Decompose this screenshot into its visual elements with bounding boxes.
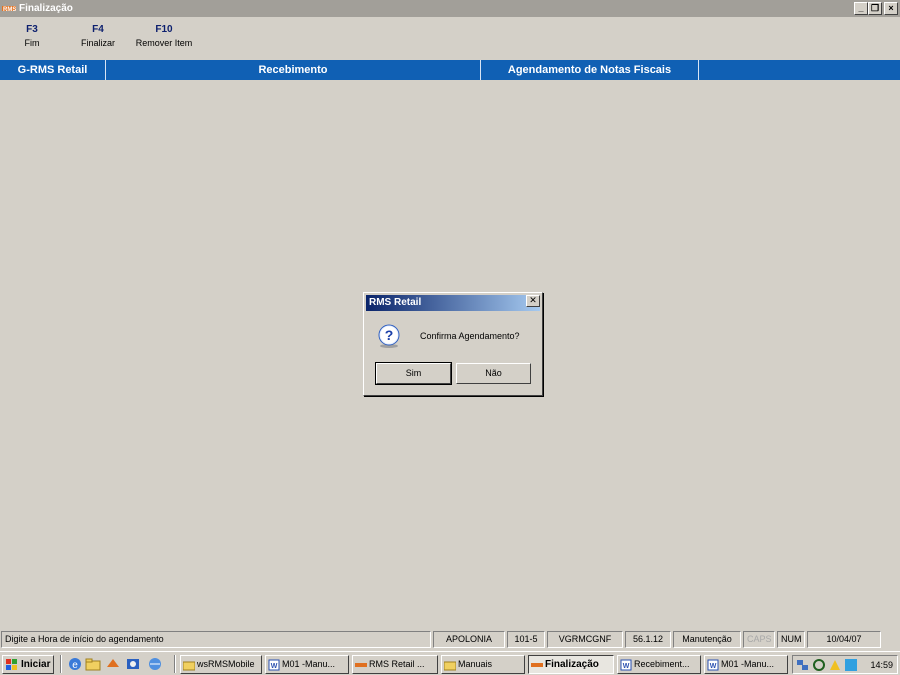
start-label: Iniciar xyxy=(21,659,51,670)
task-button[interactable]: Manuais xyxy=(441,655,525,674)
status-message: Digite a Hora de início do agendamento xyxy=(1,631,431,648)
header-band: G-RMS Retail Recebimento Agendamento de … xyxy=(0,60,900,80)
task-button[interactable]: W Recebiment... xyxy=(617,655,701,674)
task-button[interactable]: RMS Retail ... xyxy=(352,655,438,674)
task-label: M01 -Manu... xyxy=(721,659,775,669)
task-label: Finalização xyxy=(545,659,599,670)
fkey-label: Remover Item xyxy=(135,38,193,48)
no-button[interactable]: Não xyxy=(456,363,531,384)
status-mode: Manutenção xyxy=(673,631,741,648)
word-doc-icon: W xyxy=(268,659,280,670)
task-button[interactable]: W M01 -Manu... xyxy=(265,655,349,674)
close-button[interactable]: × xyxy=(884,2,898,15)
module-name: G-RMS Retail xyxy=(0,60,106,80)
security-icon[interactable] xyxy=(828,658,842,672)
confirm-dialog: RMS Retail ✕ ? Confirma Agendamento? Sim… xyxy=(363,292,543,396)
window-titlebar[interactable]: RMS Finalização _ ❐ × xyxy=(0,0,900,17)
taskbar: Iniciar e wsRMSMobile W M01 -Manu... RMS… xyxy=(0,651,900,675)
start-button[interactable]: Iniciar xyxy=(2,655,54,674)
clock: 14:59 xyxy=(870,659,893,670)
status-bar: Digite a Hora de início do agendamento A… xyxy=(0,629,900,649)
fkey-f3[interactable]: F3 Fim xyxy=(17,24,47,48)
restore-button[interactable]: ❐ xyxy=(868,2,882,15)
status-program: VGRMCGNF xyxy=(547,631,623,648)
folder-icon xyxy=(444,661,456,670)
fkey-label: Fim xyxy=(24,38,40,48)
task-label: Recebiment... xyxy=(634,659,690,669)
antivirus-icon[interactable] xyxy=(844,658,858,672)
task-button-active[interactable]: Finalização xyxy=(528,655,614,674)
sync-icon[interactable] xyxy=(812,658,826,672)
status-date: 10/04/07 xyxy=(807,631,881,648)
taskbar-separator xyxy=(60,655,62,673)
network-icon[interactable] xyxy=(796,658,810,672)
question-icon: ? xyxy=(378,324,400,348)
yes-button[interactable]: Sim xyxy=(375,362,452,385)
dialog-title: RMS Retail xyxy=(366,295,540,311)
system-tray: 14:59 xyxy=(792,655,898,674)
svg-text:W: W xyxy=(271,663,278,670)
task-button[interactable]: wsRMSMobile xyxy=(180,655,262,674)
svg-text:W: W xyxy=(623,663,630,670)
rms-icon xyxy=(355,662,367,667)
fkey-key: F10 xyxy=(155,24,173,35)
status-caps: CAPS xyxy=(743,631,775,648)
media-icon[interactable] xyxy=(105,655,121,673)
fkey-key: F3 xyxy=(26,24,38,35)
word-doc-icon: W xyxy=(620,659,632,670)
function-key-bar: F3 Fim F4 Finalizar F10 Remover Item xyxy=(0,24,900,58)
svg-text:W: W xyxy=(710,663,717,670)
task-button[interactable]: W M01 -Manu... xyxy=(704,655,788,674)
taskbar-separator xyxy=(174,655,176,673)
task-label: Manuais xyxy=(458,659,493,669)
folder-icon[interactable] xyxy=(85,655,101,673)
fkey-f4[interactable]: F4 Finalizar xyxy=(76,24,120,48)
ie-icon[interactable]: e xyxy=(67,655,83,673)
fkey-key: F4 xyxy=(92,24,104,35)
dialog-message: Confirma Agendamento? xyxy=(420,331,520,341)
fkey-f10[interactable]: F10 Remover Item xyxy=(130,24,198,48)
svg-text:?: ? xyxy=(385,327,394,343)
rms-app-icon: RMS xyxy=(2,6,16,13)
status-store: 101-5 xyxy=(507,631,545,648)
dialog-close-button[interactable]: ✕ xyxy=(526,295,540,307)
minimize-button[interactable]: _ xyxy=(854,2,868,15)
status-num: NUM xyxy=(777,631,805,648)
folder-icon xyxy=(183,661,195,670)
fkey-label: Finalizar xyxy=(80,38,115,48)
browser-icon[interactable] xyxy=(147,655,163,673)
outlook-icon[interactable] xyxy=(125,655,141,673)
status-server: APOLONIA xyxy=(433,631,505,648)
status-version: 56.1.12 xyxy=(625,631,671,648)
rms-icon xyxy=(531,662,543,667)
task-label: wsRMSMobile xyxy=(197,659,255,669)
windows-logo-icon xyxy=(6,659,17,670)
task-label: RMS Retail ... xyxy=(369,659,425,669)
word-doc-icon: W xyxy=(707,659,719,670)
window-title: Finalização xyxy=(19,3,73,14)
svg-text:RMS: RMS xyxy=(3,7,16,13)
screen-name: Agendamento de Notas Fiscais xyxy=(481,60,699,80)
svg-text:e: e xyxy=(72,660,78,671)
task-label: M01 -Manu... xyxy=(282,659,336,669)
section-name: Recebimento xyxy=(106,60,481,80)
